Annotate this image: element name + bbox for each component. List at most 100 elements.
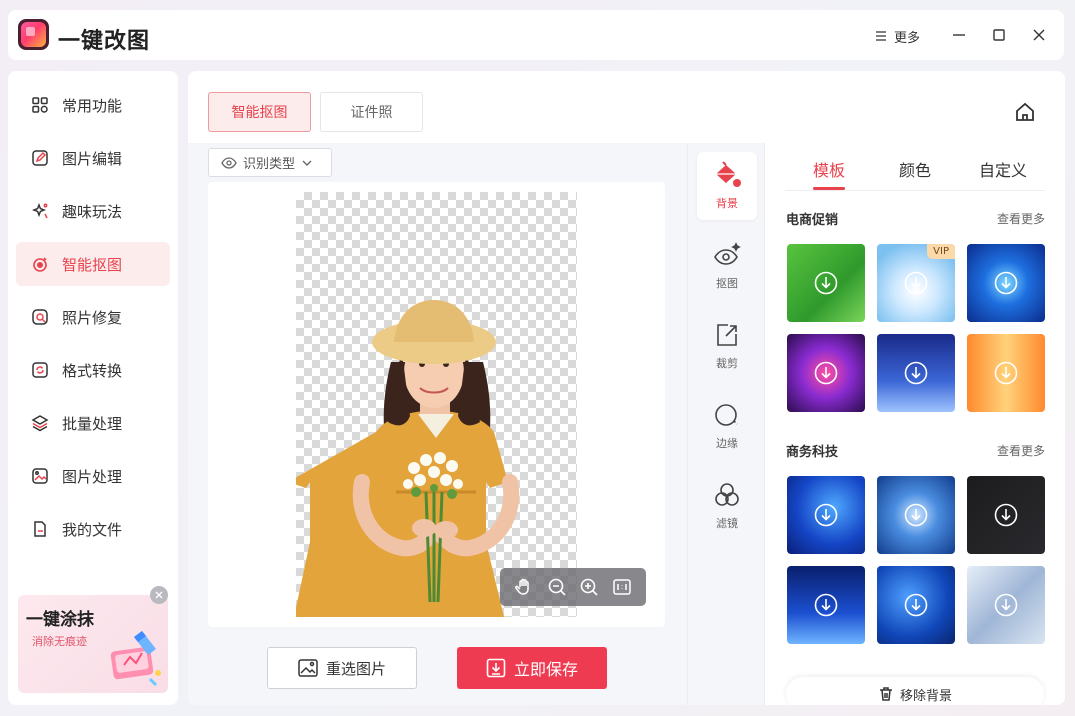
minimize-icon	[953, 34, 965, 36]
close-icon	[155, 591, 163, 599]
section-title-business-tech: 商务科技	[786, 445, 839, 460]
convert-icon	[30, 360, 50, 380]
tool-cutout[interactable]: 抠图	[697, 232, 757, 300]
minimize-button[interactable]	[946, 22, 972, 48]
menu-icon	[876, 31, 886, 41]
template-thumbnail[interactable]	[877, 476, 955, 554]
sidebar: 常用功能 图片编辑 趣味玩法 智能抠图 照片修复 格式转换 批量处理 图片处理 …	[8, 71, 178, 705]
template-thumbnail[interactable]	[967, 476, 1045, 554]
sidebar-item-label: 趣味玩法	[62, 202, 123, 221]
sidebar-item-batch[interactable]: 批量处理	[16, 401, 170, 445]
layers-icon	[30, 413, 50, 433]
tool-background[interactable]: 背景	[697, 152, 757, 220]
download-circle-icon	[904, 503, 928, 527]
panel-tab-template[interactable]: 模板	[813, 157, 845, 181]
edge-icon	[715, 404, 738, 426]
close-button[interactable]	[1026, 22, 1052, 48]
panel-tab-custom[interactable]: 自定义	[979, 157, 1027, 181]
trash-icon	[879, 687, 892, 701]
download-circle-icon	[814, 271, 838, 295]
sidebar-item-label: 智能抠图	[62, 255, 123, 274]
hand-icon	[515, 578, 529, 595]
promo-banner[interactable]: 一键涂抹 消除无痕迹	[18, 595, 168, 693]
sidebar-item-convert[interactable]: 格式转换	[16, 348, 170, 392]
template-thumbnail[interactable]	[967, 244, 1045, 322]
template-thumbnail[interactable]: VIP	[877, 244, 955, 322]
tab-cutout[interactable]: 智能抠图	[208, 92, 311, 132]
sidebar-item-label: 批量处理	[62, 414, 123, 433]
sidebar-item-repair[interactable]: 照片修复	[16, 295, 170, 339]
title-bar: 一键改图 更多	[8, 10, 1064, 60]
template-thumbnail[interactable]	[877, 334, 955, 412]
tool-filter[interactable]: 滤镜	[697, 472, 757, 540]
remove-background-button[interactable]: 移除背景	[786, 677, 1044, 705]
reselect-image-button[interactable]: 重选图片	[267, 647, 417, 689]
recognition-type-select[interactable]: 识别类型	[208, 148, 332, 177]
sidebar-item-fun[interactable]: 趣味玩法	[16, 189, 170, 233]
sidebar-item-label: 图片处理	[62, 467, 123, 486]
template-thumbnail[interactable]	[787, 476, 865, 554]
actual-size-icon	[613, 579, 631, 595]
template-thumbnail[interactable]	[787, 566, 865, 644]
promo-close-button[interactable]	[150, 586, 168, 604]
more-menu-button[interactable]: 更多	[874, 25, 920, 47]
sidebar-item-edit[interactable]: 图片编辑	[16, 136, 170, 180]
download-circle-icon	[904, 593, 928, 617]
see-more-business-tech-link[interactable]: 查看更多	[997, 442, 1045, 459]
zoom-in-button[interactable]	[578, 576, 600, 598]
sidebar-item-label: 照片修复	[62, 308, 123, 327]
download-circle-icon	[904, 271, 928, 295]
promo-subtitle: 消除无痕迹	[32, 635, 87, 648]
sidebar-item-label: 格式转换	[62, 361, 123, 380]
template-panel: 模板 颜色 自定义 电商促销 查看更多 VIP 商务科技 查看更多	[765, 143, 1065, 705]
maximize-button[interactable]	[986, 22, 1012, 48]
template-thumbnail[interactable]	[787, 334, 865, 412]
canvas-area: 识别类型 重选图片 立即保存	[188, 143, 687, 705]
crop-icon	[717, 324, 737, 346]
panel-tab-color[interactable]: 颜色	[899, 157, 931, 181]
tab-id-photo[interactable]: 证件照	[320, 92, 423, 132]
recognition-type-label: 识别类型	[243, 157, 296, 172]
download-icon	[486, 658, 506, 678]
template-thumbnail[interactable]	[967, 566, 1045, 644]
filter-icon	[715, 483, 739, 506]
zoom-out-icon	[548, 578, 566, 596]
tool-crop[interactable]: 裁剪	[697, 312, 757, 380]
download-circle-icon	[994, 361, 1018, 385]
panel-tab-divider	[785, 190, 1045, 191]
chevron-down-icon	[302, 160, 312, 166]
main-panel: 智能抠图 证件照 识别类型 重选图片 立即保存 背景 抠图 裁剪 边缘 滤镜 模…	[188, 71, 1065, 705]
template-thumbnail[interactable]	[967, 334, 1045, 412]
app-title: 一键改图	[58, 29, 151, 54]
tool-edge[interactable]: 边缘	[697, 392, 757, 460]
sidebar-item-common[interactable]: 常用功能	[16, 83, 170, 127]
image-canvas[interactable]	[208, 182, 665, 627]
template-thumbnail[interactable]	[877, 566, 955, 644]
tool-label: 背景	[716, 197, 738, 210]
edit-icon	[30, 148, 50, 168]
zoom-in-icon	[580, 578, 598, 596]
zoom-out-button[interactable]	[546, 576, 568, 598]
tool-column: 背景 抠图 裁剪 边缘 滤镜	[687, 143, 765, 705]
pan-hand-button[interactable]	[513, 576, 535, 598]
app-logo-icon	[18, 19, 49, 50]
tool-label: 边缘	[716, 437, 738, 450]
sidebar-item-label: 图片编辑	[62, 149, 123, 168]
cutout-subject-image	[296, 300, 520, 617]
save-now-button[interactable]: 立即保存	[457, 647, 607, 689]
home-icon[interactable]	[1014, 101, 1036, 123]
see-more-ecommerce-link[interactable]: 查看更多	[997, 210, 1045, 227]
template-thumbnail[interactable]	[787, 244, 865, 322]
grid-icon	[30, 95, 50, 115]
download-circle-icon	[814, 503, 838, 527]
sidebar-item-files[interactable]: 我的文件	[16, 507, 170, 551]
actual-size-button[interactable]	[611, 576, 633, 598]
section-title-ecommerce: 电商促销	[786, 213, 839, 228]
sidebar-item-cutout[interactable]: 智能抠图	[16, 242, 170, 286]
download-circle-icon	[904, 361, 928, 385]
save-now-label: 立即保存	[513, 660, 578, 679]
remove-background-label: 移除背景	[899, 688, 952, 704]
sidebar-item-image[interactable]: 图片处理	[16, 454, 170, 498]
sidebar-item-label: 我的文件	[62, 520, 123, 539]
promo-title: 一键涂抹	[26, 610, 94, 630]
